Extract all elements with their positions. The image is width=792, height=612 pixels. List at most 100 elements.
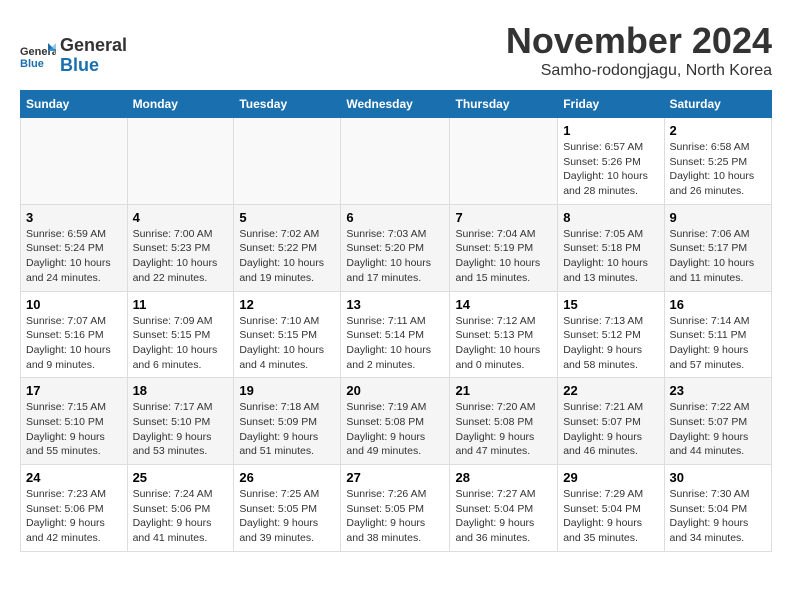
month-title: November 2024 bbox=[506, 20, 772, 62]
day-info: Sunrise: 6:57 AM bbox=[563, 140, 658, 155]
day-number: 11 bbox=[133, 297, 229, 312]
day-info: Daylight: 9 hours and 44 minutes. bbox=[670, 430, 767, 459]
day-number: 20 bbox=[346, 383, 444, 398]
calendar-week-4: 17Sunrise: 7:15 AMSunset: 5:10 PMDayligh… bbox=[21, 378, 772, 465]
day-info: Daylight: 9 hours and 42 minutes. bbox=[26, 516, 122, 545]
day-info: Sunrise: 7:26 AM bbox=[346, 487, 444, 502]
title-section: November 2024 Samho-rodongjagu, North Ko… bbox=[506, 20, 772, 80]
day-number: 7 bbox=[455, 210, 552, 225]
day-info: Daylight: 10 hours and 15 minutes. bbox=[455, 256, 552, 285]
day-info: Sunrise: 6:59 AM bbox=[26, 227, 122, 242]
day-info: Sunset: 5:17 PM bbox=[670, 241, 767, 256]
day-info: Daylight: 10 hours and 4 minutes. bbox=[239, 343, 335, 372]
day-info: Sunset: 5:07 PM bbox=[670, 415, 767, 430]
logo: General Blue General Blue bbox=[20, 36, 127, 76]
day-info: Daylight: 10 hours and 0 minutes. bbox=[455, 343, 552, 372]
day-info: Daylight: 10 hours and 28 minutes. bbox=[563, 169, 658, 198]
day-info: Sunset: 5:06 PM bbox=[133, 502, 229, 517]
calendar-cell: 9 Sunrise: 7:06 AMSunset: 5:17 PMDaylight… bbox=[664, 204, 772, 291]
day-info: Sunrise: 7:02 AM bbox=[239, 227, 335, 242]
logo-blue: Blue bbox=[60, 55, 99, 75]
day-info: Sunrise: 7:07 AM bbox=[26, 314, 122, 329]
day-info: Daylight: 9 hours and 55 minutes. bbox=[26, 430, 122, 459]
day-info: Daylight: 10 hours and 13 minutes. bbox=[563, 256, 658, 285]
day-info: Sunset: 5:07 PM bbox=[563, 415, 658, 430]
day-info: Daylight: 9 hours and 38 minutes. bbox=[346, 516, 444, 545]
calendar-cell bbox=[21, 118, 128, 205]
calendar-cell: 6 Sunrise: 7:03 AMSunset: 5:20 PMDaylight… bbox=[341, 204, 450, 291]
day-info: Sunrise: 7:03 AM bbox=[346, 227, 444, 242]
weekday-header-monday: Monday bbox=[127, 91, 234, 118]
calendar-cell: 13Sunrise: 7:11 AMSunset: 5:14 PMDayligh… bbox=[341, 291, 450, 378]
day-number: 19 bbox=[239, 383, 335, 398]
day-info: Daylight: 9 hours and 47 minutes. bbox=[455, 430, 552, 459]
day-number: 25 bbox=[133, 470, 229, 485]
day-info: Sunrise: 7:20 AM bbox=[455, 400, 552, 415]
calendar-cell: 22Sunrise: 7:21 AMSunset: 5:07 PMDayligh… bbox=[558, 378, 664, 465]
calendar-cell: 5Sunrise: 7:02 AMSunset: 5:22 PMDaylight… bbox=[234, 204, 341, 291]
calendar-cell: 20Sunrise: 7:19 AMSunset: 5:08 PMDayligh… bbox=[341, 378, 450, 465]
day-info: Sunset: 5:24 PM bbox=[26, 241, 122, 256]
calendar-cell bbox=[341, 118, 450, 205]
day-info: Sunset: 5:12 PM bbox=[563, 328, 658, 343]
day-info: Sunset: 5:10 PM bbox=[26, 415, 122, 430]
day-number: 24 bbox=[26, 470, 122, 485]
day-info: Sunset: 5:04 PM bbox=[455, 502, 552, 517]
day-info: Sunset: 5:15 PM bbox=[239, 328, 335, 343]
day-info: Daylight: 9 hours and 39 minutes. bbox=[239, 516, 335, 545]
weekday-header-sunday: Sunday bbox=[21, 91, 128, 118]
day-info: Sunset: 5:08 PM bbox=[455, 415, 552, 430]
day-number: 12 bbox=[239, 297, 335, 312]
day-info: Daylight: 10 hours and 6 minutes. bbox=[133, 343, 229, 372]
day-info: Sunrise: 6:58 AM bbox=[670, 140, 767, 155]
day-info: Daylight: 9 hours and 34 minutes. bbox=[670, 516, 767, 545]
day-info: Sunrise: 7:15 AM bbox=[26, 400, 122, 415]
day-info: Sunset: 5:04 PM bbox=[670, 502, 767, 517]
day-info: Daylight: 10 hours and 11 minutes. bbox=[670, 256, 767, 285]
day-info: Sunrise: 7:09 AM bbox=[133, 314, 229, 329]
calendar-cell: 8Sunrise: 7:05 AMSunset: 5:18 PMDaylight… bbox=[558, 204, 664, 291]
day-number: 6 bbox=[346, 210, 444, 225]
weekday-header-wednesday: Wednesday bbox=[341, 91, 450, 118]
calendar-cell: 14Sunrise: 7:12 AMSunset: 5:13 PMDayligh… bbox=[450, 291, 558, 378]
day-info: Sunrise: 7:11 AM bbox=[346, 314, 444, 329]
day-info: Sunrise: 7:06 AM bbox=[670, 227, 767, 242]
day-info: Daylight: 9 hours and 57 minutes. bbox=[670, 343, 767, 372]
day-number: 14 bbox=[455, 297, 552, 312]
day-number: 16 bbox=[670, 297, 767, 312]
day-number: 10 bbox=[26, 297, 122, 312]
day-info: Sunset: 5:25 PM bbox=[670, 155, 767, 170]
day-info: Sunrise: 7:27 AM bbox=[455, 487, 552, 502]
calendar-cell: 24Sunrise: 7:23 AMSunset: 5:06 PMDayligh… bbox=[21, 465, 128, 552]
day-number: 27 bbox=[346, 470, 444, 485]
day-info: Sunset: 5:18 PM bbox=[563, 241, 658, 256]
day-info: Sunrise: 7:14 AM bbox=[670, 314, 767, 329]
logo-icon: General Blue bbox=[20, 41, 56, 71]
day-number: 5 bbox=[239, 210, 335, 225]
calendar-cell: 28Sunrise: 7:27 AMSunset: 5:04 PMDayligh… bbox=[450, 465, 558, 552]
day-number: 9 bbox=[670, 210, 767, 225]
calendar-cell: 29Sunrise: 7:29 AMSunset: 5:04 PMDayligh… bbox=[558, 465, 664, 552]
day-info: Sunset: 5:10 PM bbox=[133, 415, 229, 430]
calendar-cell bbox=[234, 118, 341, 205]
day-number: 23 bbox=[670, 383, 767, 398]
calendar-cell: 4Sunrise: 7:00 AMSunset: 5:23 PMDaylight… bbox=[127, 204, 234, 291]
calendar-week-2: 3Sunrise: 6:59 AMSunset: 5:24 PMDaylight… bbox=[21, 204, 772, 291]
day-info: Sunset: 5:05 PM bbox=[346, 502, 444, 517]
day-info: Sunrise: 7:10 AM bbox=[239, 314, 335, 329]
day-info: Sunrise: 7:23 AM bbox=[26, 487, 122, 502]
day-info: Sunrise: 7:19 AM bbox=[346, 400, 444, 415]
day-info: Sunset: 5:16 PM bbox=[26, 328, 122, 343]
calendar-cell bbox=[127, 118, 234, 205]
day-info: Sunrise: 7:30 AM bbox=[670, 487, 767, 502]
day-info: Sunset: 5:26 PM bbox=[563, 155, 658, 170]
svg-text:Blue: Blue bbox=[20, 58, 44, 70]
day-info: Sunset: 5:09 PM bbox=[239, 415, 335, 430]
calendar-cell bbox=[450, 118, 558, 205]
day-number: 26 bbox=[239, 470, 335, 485]
day-info: Daylight: 10 hours and 17 minutes. bbox=[346, 256, 444, 285]
day-info: Daylight: 9 hours and 46 minutes. bbox=[563, 430, 658, 459]
day-info: Daylight: 10 hours and 24 minutes. bbox=[26, 256, 122, 285]
calendar-cell: 7Sunrise: 7:04 AMSunset: 5:19 PMDaylight… bbox=[450, 204, 558, 291]
day-info: Sunset: 5:20 PM bbox=[346, 241, 444, 256]
